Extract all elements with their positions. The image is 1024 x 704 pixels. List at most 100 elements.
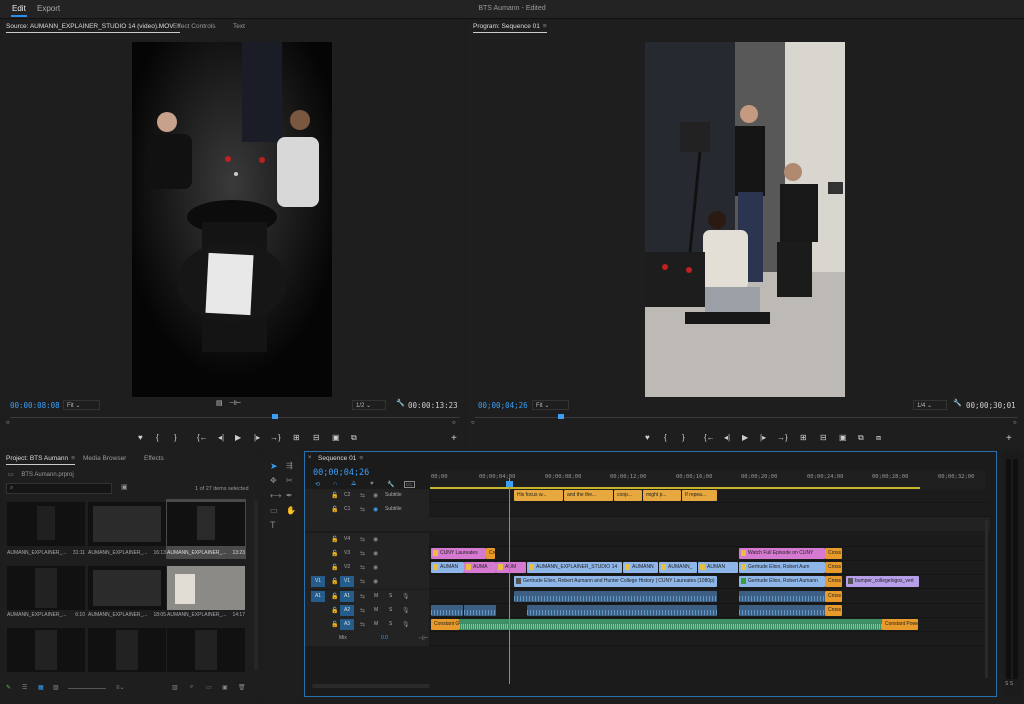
compare-icon[interactable]: ⧉ xyxy=(351,433,357,443)
timeline-clip[interactable]: Watch Full Episode on CUNY xyxy=(739,548,825,559)
lift-icon[interactable]: ⊞ xyxy=(800,433,807,442)
hand-icon[interactable]: ✋ xyxy=(286,506,296,515)
program-playhead[interactable] xyxy=(558,414,564,419)
mute-button[interactable]: M xyxy=(374,607,378,613)
mark-out-icon[interactable]: } xyxy=(682,433,685,442)
timeline-horizontal-scrollbar[interactable] xyxy=(312,684,430,688)
vr-icon[interactable]: ⧈ xyxy=(876,433,881,443)
program-fit-dropdown[interactable]: Fit ⌄ xyxy=(532,400,569,410)
audio-clip[interactable] xyxy=(739,605,825,616)
transition-clip[interactable]: Cross xyxy=(825,591,842,602)
project-item-thumb[interactable] xyxy=(167,628,245,672)
transition-clip[interactable]: Cross xyxy=(825,576,842,587)
sync-lock-icon[interactable]: ⇆ xyxy=(360,536,365,543)
project-item-thumb[interactable] xyxy=(88,628,166,672)
marker-icon[interactable]: ♥ xyxy=(645,433,650,442)
insert-icon[interactable]: ▤ xyxy=(216,399,223,407)
track-select-icon[interactable]: ⇶ xyxy=(286,461,293,470)
mute-button[interactable]: M xyxy=(374,621,378,627)
timeline-clip[interactable]: AUMAN xyxy=(431,562,464,573)
snap-icon[interactable]: ∩ xyxy=(333,481,337,487)
eye-icon[interactable]: ◉ xyxy=(373,536,378,543)
timeline-playhead-handle[interactable] xyxy=(506,481,513,487)
tab-media-browser[interactable]: Media Browser xyxy=(83,455,126,462)
audio-clip[interactable] xyxy=(527,605,717,616)
type-tool-icon[interactable]: T xyxy=(270,520,276,530)
timeline-timecode[interactable]: 00;00;04;26 xyxy=(313,468,369,478)
new-bin-icon[interactable]: ▣ xyxy=(121,483,128,491)
camera-icon[interactable]: ▣ xyxy=(839,433,847,442)
subtitle-clip[interactable]: might p... xyxy=(643,490,681,501)
solo-button[interactable]: S xyxy=(389,621,392,627)
tab-program[interactable]: Program: Sequence 01 ≡ xyxy=(473,23,547,33)
lock-icon[interactable]: 🔓 xyxy=(331,578,338,585)
mark-in-icon[interactable]: { xyxy=(664,433,667,442)
go-to-in-icon[interactable]: {← xyxy=(197,433,208,442)
slip-icon[interactable]: ⟷ xyxy=(270,491,281,500)
transition-clip[interactable]: Constant Gai xyxy=(431,619,459,630)
audio-clip[interactable] xyxy=(431,605,463,616)
project-item-thumb[interactable] xyxy=(88,502,166,546)
transition-clip[interactable]: Constant Power xyxy=(882,619,918,630)
add-button-icon[interactable]: + xyxy=(451,433,457,444)
timeline-clip[interactable]: AUMA xyxy=(464,562,496,573)
add-marker-icon[interactable]: ♥ xyxy=(370,481,374,487)
tab-effect-controls[interactable]: Effect Controls xyxy=(173,23,216,30)
icon-view-icon[interactable]: ▦ xyxy=(38,684,44,691)
find-icon[interactable]: ⌕ xyxy=(190,684,193,691)
linked-selection-icon[interactable]: ⟁ xyxy=(351,481,356,488)
tab-sequence[interactable]: Sequence 01 ≡ xyxy=(318,455,363,462)
razor-icon[interactable]: ✂ xyxy=(286,476,293,485)
eye-icon[interactable]: ◉ xyxy=(373,492,378,499)
freeform-view-icon[interactable]: ▧ xyxy=(53,684,59,691)
mic-icon[interactable]: 🎙 xyxy=(402,593,410,600)
project-item-thumb[interactable] xyxy=(7,502,85,546)
add-button-icon[interactable]: + xyxy=(1006,433,1012,444)
source-patch-v1[interactable]: V1 xyxy=(311,576,325,587)
project-item-thumb[interactable] xyxy=(7,566,85,610)
lock-icon[interactable]: 🔓 xyxy=(331,607,338,614)
trim-icon[interactable]: ⊣⊢ xyxy=(229,399,241,407)
ripple-edit-icon[interactable]: ✥ xyxy=(270,476,277,485)
lock-icon[interactable]: 🔓 xyxy=(331,593,338,600)
nest-icon[interactable]: ⟲ xyxy=(315,481,320,488)
eye-icon[interactable]: ◉ xyxy=(373,578,378,585)
source-res-dropdown[interactable]: 1/2 ⌄ xyxy=(352,400,386,410)
sync-lock-icon[interactable]: ⇆ xyxy=(360,506,365,513)
project-scrollbar[interactable] xyxy=(254,500,258,670)
sync-lock-icon[interactable]: ⇆ xyxy=(360,564,365,571)
tab-source[interactable]: Source: AUMANN_EXPLAINER_STUDIO 14 (vide… xyxy=(6,23,181,33)
step-back-icon[interactable]: ◂| xyxy=(724,433,730,442)
timeline-clip[interactable]: AUMAN xyxy=(698,562,738,573)
source-timeline-bar[interactable] xyxy=(10,417,460,418)
step-forward-icon[interactable]: |▸ xyxy=(254,433,260,442)
selection-tool-icon[interactable]: ➤ xyxy=(270,461,278,472)
project-item-thumb[interactable] xyxy=(167,566,245,610)
sync-lock-icon[interactable]: ⇆ xyxy=(360,607,365,614)
zoom-handle-icon[interactable]: ○ xyxy=(6,420,10,426)
close-icon[interactable]: × xyxy=(308,455,312,461)
program-video-frame[interactable] xyxy=(645,42,845,397)
timeline-clip[interactable]: Gertrude Elion, Robert Aumann and Hunter… xyxy=(514,576,717,587)
extract-icon[interactable]: ⊟ xyxy=(820,433,827,442)
mark-out-icon[interactable]: } xyxy=(174,433,177,442)
wrench-icon[interactable]: 🔧 xyxy=(953,399,962,407)
rectangle-icon[interactable]: ▭ xyxy=(270,506,278,515)
timeline-clip[interactable]: AUM xyxy=(496,562,526,573)
camera-icon[interactable]: ▣ xyxy=(332,433,340,442)
audio-clip[interactable] xyxy=(464,605,496,616)
project-item-thumb[interactable] xyxy=(88,566,166,610)
program-timecode[interactable]: 00;00;04;26 xyxy=(478,401,528,410)
timeline-clip[interactable]: AUMANN xyxy=(623,562,658,573)
zoom-handle-icon[interactable]: ○ xyxy=(452,420,456,426)
track-target-a2[interactable]: A2 xyxy=(340,605,354,616)
mark-in-icon[interactable]: { xyxy=(156,433,159,442)
lock-icon[interactable]: 🔓 xyxy=(331,564,338,571)
go-to-in-icon[interactable]: {← xyxy=(704,433,715,442)
step-forward-icon[interactable]: |▸ xyxy=(760,433,766,442)
program-res-dropdown[interactable]: 1/4 ⌄ xyxy=(913,400,947,410)
insert-button-icon[interactable]: ⊞ xyxy=(293,433,300,442)
transition-clip[interactable]: Cross xyxy=(825,548,842,559)
subtitle-clip[interactable]: His focus w... xyxy=(514,490,563,501)
zoom-slider[interactable] xyxy=(68,688,106,689)
